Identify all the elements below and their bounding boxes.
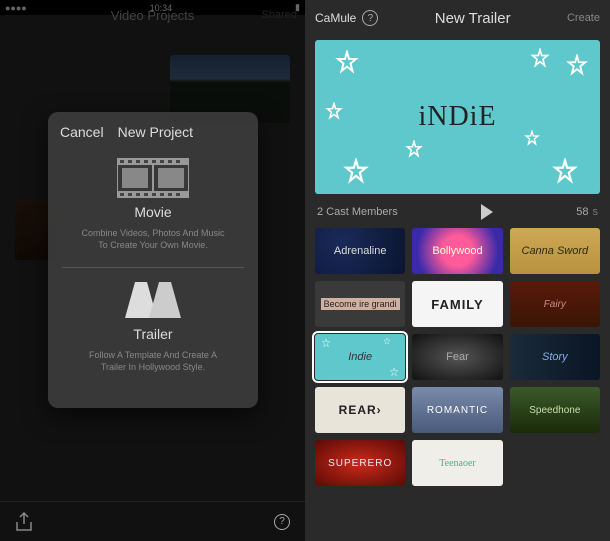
screen-title: Video Projects <box>111 8 195 23</box>
preview-title-text: iNDiE <box>418 101 496 133</box>
duration: 58s <box>576 206 598 218</box>
template-story[interactable]: Story <box>510 334 600 380</box>
screen-header: Video Projects Shared <box>0 0 305 30</box>
spotlight-icon <box>123 280 183 320</box>
back-button[interactable]: CaMule <box>315 11 356 25</box>
play-button[interactable] <box>481 204 493 220</box>
footer-toolbar: ? <box>0 501 305 541</box>
trailer-description: Follow A Template And Create A Trailer I… <box>62 349 244 373</box>
header-shared-label: Shared <box>262 9 297 21</box>
trailer-header: CaMule ? New Trailer Create <box>305 0 610 36</box>
create-button[interactable]: Create <box>567 12 600 24</box>
movie-label: Movie <box>62 204 244 220</box>
movie-option[interactable]: Movie Combine Videos, Photos And Music T… <box>48 148 258 265</box>
template-speedhone[interactable]: Speedhone <box>510 387 600 433</box>
template-family[interactable]: FAMILY <box>412 281 502 327</box>
template-rear[interactable]: REAR› <box>315 387 405 433</box>
divider <box>62 267 244 268</box>
new-project-dialog: Cancel New Project Movie Combine Videos,… <box>48 112 258 408</box>
cast-members-label: 2 Cast Members <box>317 206 398 218</box>
template-canna[interactable]: Canna Sword <box>510 228 600 274</box>
cancel-button[interactable]: Cancel <box>60 124 104 140</box>
template-adrenaline[interactable]: Adrenaline <box>315 228 405 274</box>
video-projects-screen: ●●●● 10:34 ▮ Video Projects Shared Cance… <box>0 0 305 541</box>
screen-title: New Trailer <box>435 10 511 27</box>
export-icon[interactable] <box>15 512 33 532</box>
trailer-preview[interactable]: iNDiE <box>315 40 600 194</box>
new-trailer-screen: CaMule ? New Trailer Create iNDiE 2 Cast… <box>305 0 610 541</box>
trailer-option[interactable]: Trailer Follow A Template And Create A T… <box>48 270 258 387</box>
trailer-label: Trailer <box>62 326 244 342</box>
help-icon[interactable]: ? <box>274 514 290 530</box>
template-fairy[interactable]: Fairy <box>510 281 600 327</box>
preview-info-row: 2 Cast Members 58s <box>305 200 610 228</box>
template-become[interactable]: Become ire grandi <box>315 281 405 327</box>
template-bollywood[interactable]: Bollywood <box>412 228 502 274</box>
template-fear[interactable]: Fear <box>412 334 502 380</box>
template-indie[interactable]: Indie <box>315 334 405 380</box>
movie-description: Combine Videos, Photos And Music To Crea… <box>62 227 244 251</box>
dialog-title: New Project <box>118 124 193 140</box>
template-grid: Adrenaline Bollywood Canna Sword Become … <box>305 228 610 486</box>
template-teenager[interactable]: Teenaoer <box>412 440 502 486</box>
template-superhero[interactable]: SUPERERO <box>315 440 405 486</box>
template-romantic[interactable]: ROMANTIC <box>412 387 502 433</box>
film-icon <box>117 158 189 198</box>
help-icon[interactable]: ? <box>362 10 378 26</box>
